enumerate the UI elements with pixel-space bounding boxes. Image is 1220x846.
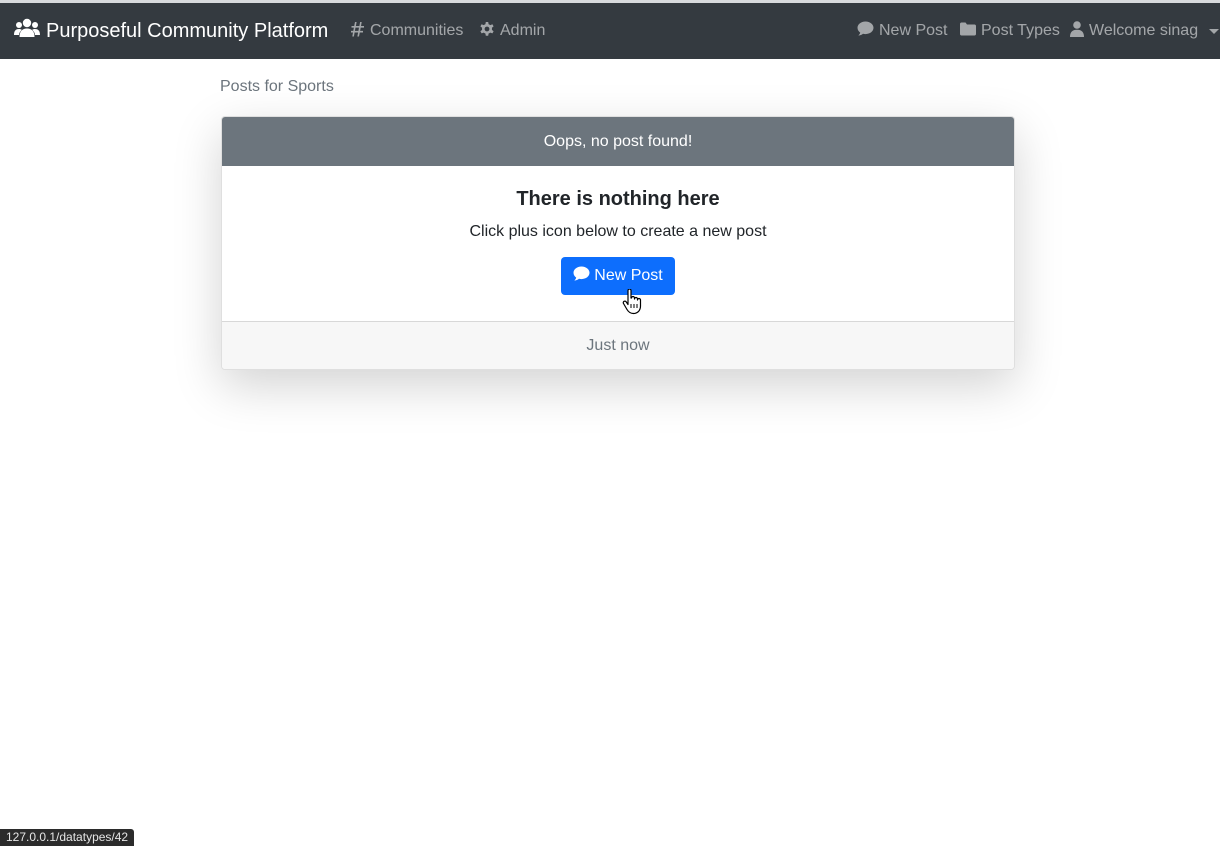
nav-admin[interactable]: Admin bbox=[479, 3, 545, 59]
comment-icon bbox=[573, 266, 590, 286]
link-status-bar: 127.0.0.1/datatypes/42 bbox=[0, 829, 135, 846]
nav-communities[interactable]: Communities bbox=[351, 3, 463, 59]
card-title: There is nothing here bbox=[516, 188, 720, 210]
card-text: Click plus icon below to create a new po… bbox=[469, 223, 767, 240]
brand-link[interactable]: Purposeful Community Platform bbox=[14, 3, 328, 59]
card-body: There is nothing here Click plus icon be… bbox=[222, 166, 1014, 321]
folder-icon bbox=[960, 22, 976, 41]
users-icon bbox=[14, 18, 40, 44]
nav-new-post-label: New Post bbox=[879, 22, 948, 39]
nav-post-types-label: Post Types bbox=[981, 22, 1060, 39]
comment-icon bbox=[857, 21, 874, 41]
chevron-down-icon bbox=[1209, 28, 1220, 34]
nav-communities-label: Communities bbox=[370, 22, 464, 39]
nav-admin-label: Admin bbox=[500, 22, 546, 39]
hashtag-icon bbox=[351, 21, 365, 42]
new-post-button-label: New Post bbox=[594, 267, 663, 284]
top-navbar: Purposeful Community Platform Communitie… bbox=[0, 3, 1220, 59]
nav-post-types[interactable]: Post Types bbox=[960, 3, 1060, 59]
page-heading: Posts for Sports bbox=[220, 78, 334, 95]
hand-pointer-cursor-icon bbox=[622, 288, 642, 320]
user-menu-label: Welcome sinag bbox=[1089, 22, 1199, 39]
nav-new-post[interactable]: New Post bbox=[857, 3, 947, 59]
user-menu-dropdown[interactable]: Welcome sinag bbox=[1070, 3, 1220, 59]
new-post-button[interactable]: New Post bbox=[561, 257, 675, 295]
gear-icon bbox=[479, 21, 495, 42]
card-header: Oops, no post found! bbox=[222, 117, 1014, 166]
card-footer: Just now bbox=[222, 321, 1014, 369]
brand-title: Purposeful Community Platform bbox=[46, 19, 329, 42]
user-icon bbox=[1070, 20, 1084, 42]
empty-state-card: Oops, no post found! There is nothing he… bbox=[221, 116, 1015, 370]
